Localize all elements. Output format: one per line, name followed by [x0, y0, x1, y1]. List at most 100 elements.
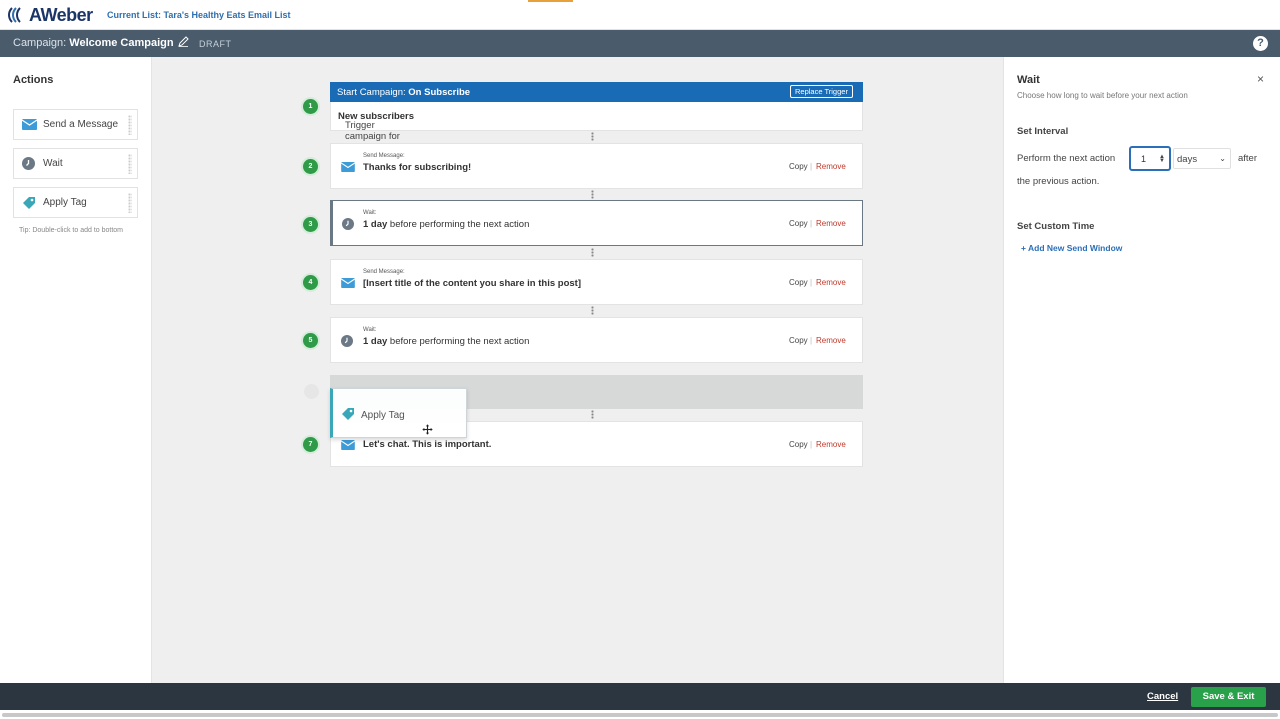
perform-label: Perform the next action	[1017, 153, 1116, 164]
step-type-label: Send Message:	[363, 153, 405, 159]
tip-text: Tip: Double-click to add to bottom	[19, 227, 124, 234]
panel-title: Wait	[1017, 74, 1040, 86]
separator: |	[810, 336, 813, 345]
remove-link[interactable]: Remove	[816, 219, 846, 228]
panel-subtitle: Choose how long to wait before your next…	[1017, 91, 1188, 100]
step-type-label: Wait:	[363, 210, 377, 216]
envelope-icon	[340, 439, 356, 453]
separator: |	[810, 219, 813, 228]
action-wait[interactable]: Wait	[13, 148, 138, 179]
unit-value: days	[1177, 154, 1198, 165]
draft-status: DRAFT	[199, 39, 232, 49]
help-icon[interactable]: ?	[1253, 36, 1268, 51]
step-card-send-message[interactable]: Send Message: [Insert title of the conte…	[330, 259, 863, 305]
replace-trigger-button[interactable]: Replace Trigger	[790, 85, 853, 98]
drag-handle[interactable]	[128, 154, 132, 174]
step-summary: Thanks for subscribing!	[363, 162, 472, 173]
remove-link[interactable]: Remove	[816, 278, 846, 287]
action-send-message[interactable]: Send a Message	[13, 109, 138, 140]
connector-dots	[591, 306, 594, 315]
add-send-window-link[interactable]: + Add New Send Window	[1021, 243, 1122, 253]
copy-link[interactable]: Copy	[789, 219, 808, 228]
close-icon[interactable]: ×	[1257, 72, 1264, 86]
action-label: Send a Message	[43, 119, 119, 130]
after-label: after	[1238, 153, 1258, 164]
move-cursor-icon	[421, 423, 434, 438]
copy-link[interactable]: Copy	[789, 278, 808, 287]
remove-link[interactable]: Remove	[816, 440, 846, 449]
step-number: 4	[303, 275, 318, 290]
aweber-logo[interactable]: AWeber	[6, 4, 93, 26]
drag-handle[interactable]	[128, 193, 132, 213]
workflow-canvas: 1 Start Campaign: On Subscribe Replace T…	[152, 57, 1003, 683]
step-summary: 1 day before performing the next action	[363, 219, 530, 230]
trigger-header[interactable]: Start Campaign: On Subscribe Replace Tri…	[330, 82, 863, 102]
tag-icon	[341, 407, 355, 424]
previous-action-label: the previous action.	[1017, 176, 1100, 187]
cancel-button[interactable]: Cancel	[1147, 691, 1178, 702]
step-summary: Let's chat. This is important.	[363, 439, 492, 450]
separator: |	[810, 278, 813, 287]
remove-link[interactable]: Remove	[816, 162, 846, 171]
copy-link[interactable]: Copy	[789, 440, 808, 449]
trigger-body[interactable]: Trigger campaign for New subscribers	[330, 102, 863, 142]
campaign-bar: Campaign: Welcome Campaign DRAFT ?	[0, 30, 1280, 57]
step-type-label: Send Message:	[363, 269, 405, 275]
tag-icon	[22, 196, 38, 210]
save-exit-button[interactable]: Save & Exit	[1191, 687, 1266, 707]
remove-link[interactable]: Remove	[816, 336, 846, 345]
action-label: Wait	[43, 158, 63, 169]
actions-panel: Actions Send a Message Wait Apply Tag Ti…	[0, 57, 152, 683]
envelope-icon	[340, 161, 356, 175]
logo-text: AWeber	[29, 4, 93, 25]
set-custom-time-heading: Set Custom Time	[1017, 221, 1095, 232]
step-number: 5	[303, 333, 318, 348]
action-label: Apply Tag	[43, 197, 87, 208]
step-summary: [Insert title of the content you share i…	[363, 278, 581, 289]
current-list-link[interactable]: Current List: Tara's Healthy Eats Email …	[107, 10, 291, 20]
step-number: 1	[303, 99, 318, 114]
step-card-wait[interactable]: Wait: 1 day before performing the next a…	[330, 317, 863, 363]
top-accent-line	[528, 0, 573, 2]
bottom-strip	[0, 710, 1280, 719]
step-number: 3	[303, 217, 318, 232]
campaign-title: Campaign: Welcome Campaign	[13, 37, 174, 49]
envelope-icon	[22, 119, 38, 130]
step-number: 7	[303, 437, 318, 452]
trigger-description: Trigger campaign for New subscribers	[338, 111, 415, 142]
chevron-down-icon: ⌄	[1219, 154, 1226, 163]
aweber-logo-icon	[8, 7, 21, 23]
step-card-send-message[interactable]: Send Message: Thanks for subscribing! Co…	[330, 143, 863, 189]
wait-settings-panel: Wait × Choose how long to wait before yo…	[1003, 57, 1280, 683]
action-apply-tag[interactable]: Apply Tag	[13, 187, 138, 218]
clock-icon	[341, 335, 353, 350]
edit-pencil-icon[interactable]	[178, 36, 189, 50]
dragging-apply-tag-card[interactable]: Apply Tag	[330, 388, 467, 438]
copy-link[interactable]: Copy	[789, 336, 808, 345]
envelope-icon	[340, 277, 356, 291]
separator: |	[810, 440, 813, 449]
connector-dots	[591, 132, 594, 141]
step-card-wait-selected[interactable]: Wait: 1 day before performing the next a…	[330, 200, 863, 246]
top-bar: AWeber Current List: Tara's Healthy Eats…	[0, 0, 1280, 30]
horizontal-scrollbar[interactable]	[2, 713, 1278, 717]
connector-dots	[591, 410, 594, 419]
dragging-label: Apply Tag	[361, 410, 405, 421]
copy-link[interactable]: Copy	[789, 162, 808, 171]
ghost-step-number	[304, 384, 319, 399]
drag-handle[interactable]	[128, 115, 132, 135]
connector-dots	[591, 190, 594, 199]
connector-dots	[591, 248, 594, 257]
actions-title: Actions	[13, 74, 54, 86]
separator: |	[810, 162, 813, 171]
footer-bar: Cancel Save & Exit	[0, 683, 1280, 710]
step-summary: 1 day before performing the next action	[363, 336, 530, 347]
number-spinner-icon[interactable]: ▲ ▼	[1159, 154, 1165, 164]
set-interval-heading: Set Interval	[1017, 126, 1069, 137]
clock-icon	[342, 218, 354, 233]
trigger-title: Start Campaign: On Subscribe	[337, 87, 471, 98]
interval-unit-select[interactable]: days ⌄	[1173, 148, 1231, 169]
step-number: 2	[303, 159, 318, 174]
clock-icon	[22, 157, 38, 170]
step-type-label: Wait:	[363, 327, 377, 333]
